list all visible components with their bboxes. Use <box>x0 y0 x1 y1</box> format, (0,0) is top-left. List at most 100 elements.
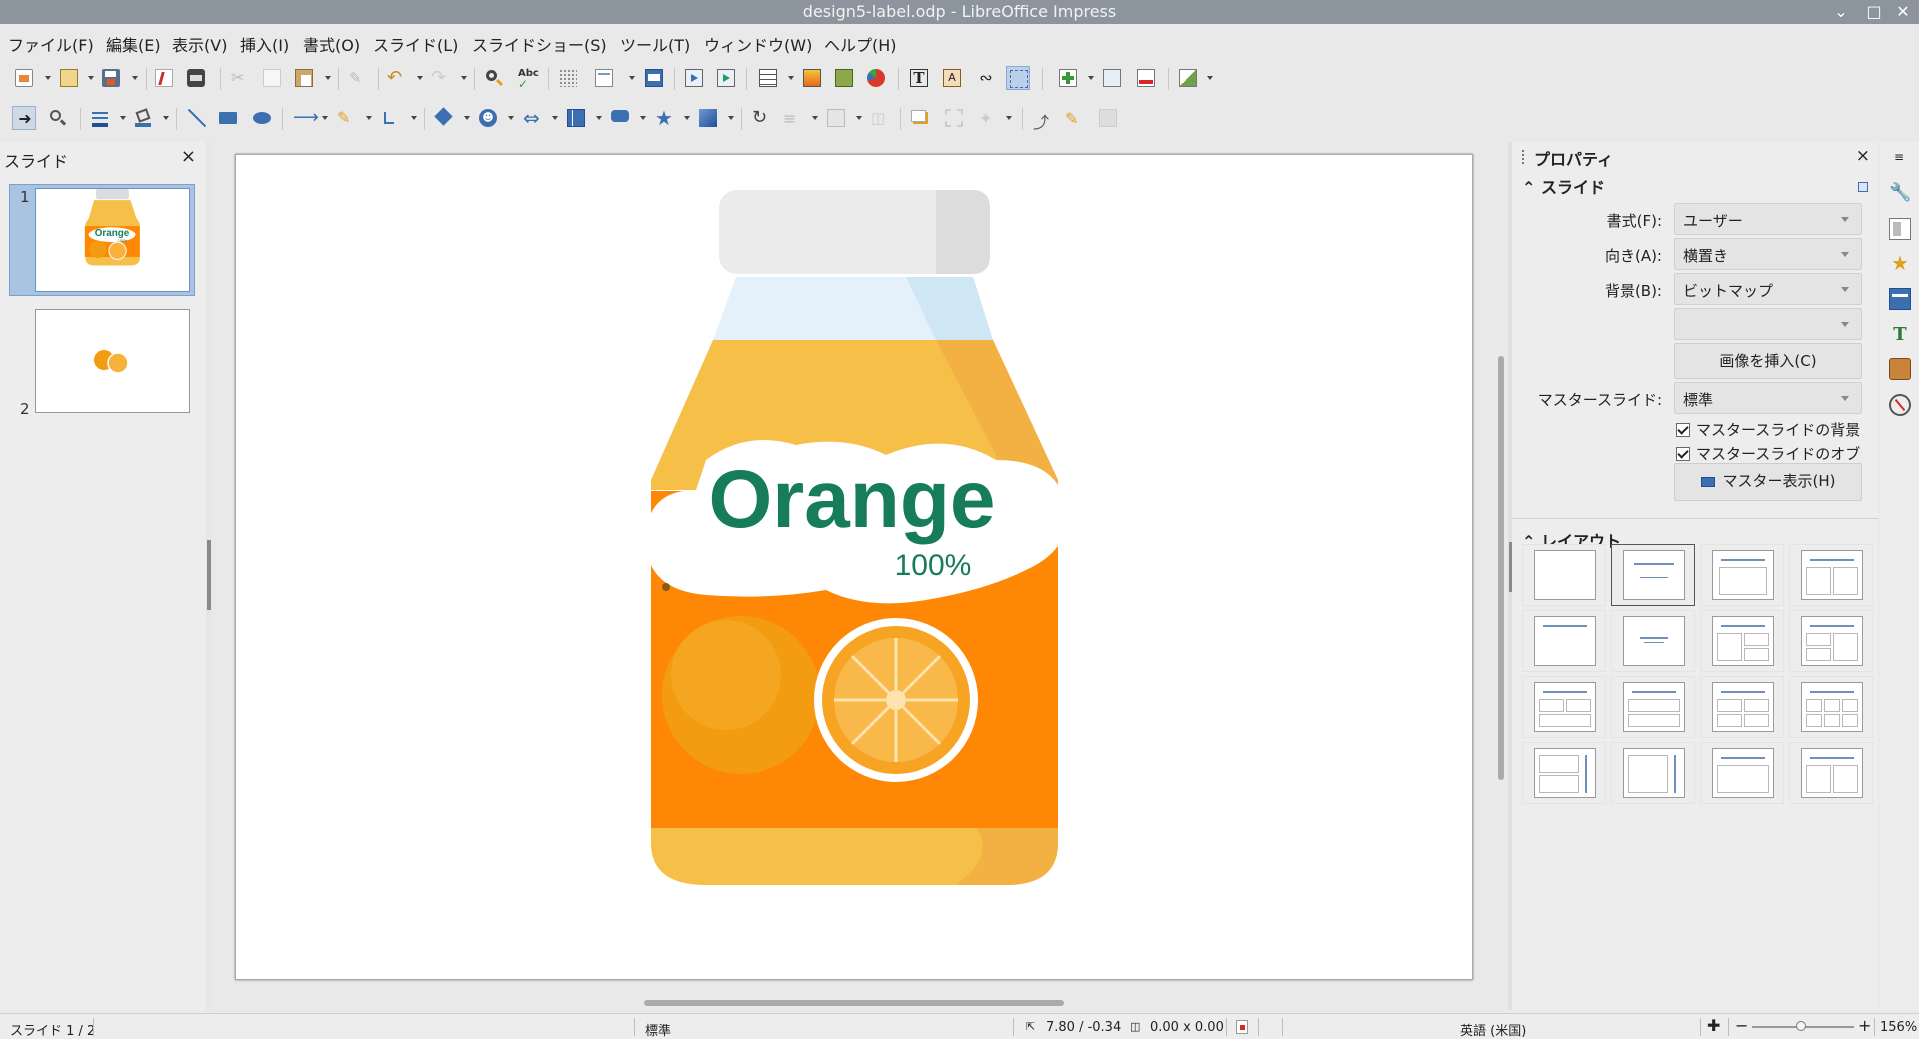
master-view-button[interactable]: マスター表示(H) <box>1674 463 1862 501</box>
styles-tab-icon[interactable]: T <box>1889 324 1911 346</box>
layout-blank[interactable] <box>1522 544 1606 606</box>
layout-title-slide[interactable] <box>1611 544 1695 606</box>
shadow-icon[interactable] <box>908 106 932 130</box>
connectors-icon[interactable] <box>378 106 402 130</box>
properties-tab-icon[interactable]: 🔧 <box>1889 182 1911 204</box>
block-arrows-icon[interactable]: ⇔ <box>520 106 544 130</box>
layout-title-vertical-text-clipart[interactable] <box>1789 742 1873 804</box>
new-slide-icon[interactable] <box>1056 66 1080 90</box>
start-first-slide-icon[interactable] <box>682 66 706 90</box>
master-slide-select[interactable]: 標準 <box>1674 382 1862 414</box>
spelling-icon[interactable]: Abc ✓ <box>515 66 539 91</box>
layout-centered-text[interactable] <box>1611 610 1695 672</box>
menu-file[interactable]: ファイル(F) <box>8 32 94 56</box>
distribute-icon[interactable]: ◫ <box>868 106 892 130</box>
layout-title-2-content[interactable] <box>1789 544 1873 606</box>
zoom-pan-icon[interactable] <box>46 106 70 130</box>
menu-insert[interactable]: 挿入(I) <box>240 32 289 56</box>
print-icon[interactable] <box>184 66 208 90</box>
vertical-scroll-thumb[interactable] <box>1498 356 1504 780</box>
slide-thumbnail-2[interactable] <box>35 309 190 413</box>
slide-transition-tab-icon[interactable] <box>1889 218 1911 240</box>
more-options-icon[interactable] <box>1858 182 1868 192</box>
basic-shapes-icon[interactable] <box>432 106 456 130</box>
grid-icon[interactable] <box>556 66 580 90</box>
callouts-icon[interactable] <box>608 106 632 130</box>
menu-edit[interactable]: 編集(E) <box>106 32 161 56</box>
3d-objects-icon[interactable] <box>696 106 720 130</box>
layout-title-vertical-text[interactable] <box>1700 742 1784 804</box>
fontwork-icon[interactable]: A <box>940 66 964 90</box>
menu-tools[interactable]: ツール(T) <box>620 32 690 56</box>
chart-icon[interactable] <box>864 66 888 90</box>
vertical-scrollbar[interactable] <box>1496 142 1506 1002</box>
select-icon[interactable]: ➜ <box>12 106 36 130</box>
left-splitter-handle[interactable] <box>207 540 211 610</box>
slide-section-header[interactable]: ⌃ スライド <box>1522 174 1605 198</box>
status-language[interactable]: 英語 (米国) <box>1460 1020 1526 1039</box>
layout-title-content-2-content[interactable] <box>1789 610 1873 672</box>
layout-title-content-over-content[interactable] <box>1611 676 1695 738</box>
left-splitter[interactable] <box>206 142 212 1010</box>
open-icon[interactable] <box>57 66 81 90</box>
fit-slide-icon[interactable]: ✚ <box>1707 1016 1720 1035</box>
orientation-select[interactable]: 横置き <box>1674 238 1862 270</box>
rotate-icon[interactable]: ↻ <box>749 106 773 130</box>
display-views-icon[interactable] <box>592 66 616 90</box>
transformations-icon[interactable] <box>1006 66 1030 90</box>
master-background-checkbox[interactable]: マスタースライドの背景 <box>1676 419 1862 440</box>
fill-color-icon[interactable] <box>131 106 155 130</box>
table-icon[interactable] <box>756 66 780 90</box>
clone-formatting-icon[interactable]: ✎ <box>346 66 370 90</box>
close-slides-pane-icon[interactable]: × <box>181 146 196 167</box>
media-icon[interactable] <box>832 66 856 90</box>
layout-title-6-content[interactable] <box>1789 676 1873 738</box>
text-box-icon[interactable]: T <box>907 66 931 90</box>
toggle-extrusion-icon[interactable] <box>1096 106 1120 130</box>
close-properties-icon[interactable]: × <box>1856 146 1870 166</box>
document-modified-icon[interactable] <box>1236 1020 1248 1034</box>
master-objects-checkbox[interactable]: マスタースライドのオブジェクト <box>1676 443 1862 464</box>
sidebar-menu-icon[interactable]: ≡ <box>1894 150 1904 164</box>
save-icon[interactable] <box>99 66 123 90</box>
gallery-tab-icon[interactable] <box>1889 358 1911 380</box>
copy-icon[interactable] <box>260 66 284 90</box>
menu-slideshow[interactable]: スライドショー(S) <box>472 32 607 56</box>
slide-thumbnail-1[interactable]: Orange 100% <box>35 188 190 292</box>
ellipse-icon[interactable] <box>250 106 274 130</box>
curves-icon[interactable]: ✎ <box>334 106 358 130</box>
rectangle-icon[interactable] <box>216 106 240 130</box>
master-slide-icon[interactable] <box>642 66 666 90</box>
bitmap-select[interactable] <box>1674 308 1862 340</box>
image-icon[interactable] <box>800 66 824 90</box>
animation-tab-icon[interactable]: ★ <box>1889 252 1911 274</box>
menu-view[interactable]: 表示(V) <box>172 32 227 56</box>
crop-icon[interactable] <box>942 106 966 130</box>
flowchart-icon[interactable] <box>564 106 588 130</box>
find-replace-icon[interactable] <box>482 66 506 90</box>
menu-format[interactable]: 書式(O) <box>303 32 360 56</box>
line-icon[interactable] <box>184 106 208 130</box>
zoom-in-icon[interactable]: + <box>1858 1016 1871 1035</box>
insert-image-button[interactable]: 画像を挿入(C) <box>1674 343 1862 379</box>
symbol-shapes-icon[interactable]: ☻ <box>476 106 500 130</box>
menu-help[interactable]: ヘルプ(H) <box>824 32 897 56</box>
background-select[interactable]: ビットマップ <box>1674 273 1862 305</box>
undo-icon[interactable]: ↶ <box>384 66 408 90</box>
menu-slide[interactable]: スライド(L) <box>373 32 458 56</box>
slide-canvas[interactable]: Orange 100% <box>235 154 1473 980</box>
status-zoom[interactable]: 156% <box>1880 1020 1917 1035</box>
layout-title-2-content-content[interactable] <box>1700 610 1784 672</box>
menu-window[interactable]: ウィンドウ(W) <box>704 32 812 56</box>
align-icon[interactable]: ≡ <box>780 106 804 130</box>
paste-icon[interactable] <box>292 66 316 90</box>
line-color-icon[interactable] <box>88 106 112 130</box>
layout-title-4-content[interactable] <box>1700 676 1784 738</box>
filter-icon[interactable]: ✦ <box>976 106 1000 130</box>
zoom-slider[interactable] <box>1752 1021 1854 1031</box>
master-slides-tab-icon[interactable] <box>1889 288 1911 310</box>
zoom-out-icon[interactable]: − <box>1735 1016 1748 1035</box>
navigator-tab-icon[interactable] <box>1889 394 1911 416</box>
minimize-icon[interactable]: ⌄ <box>1831 2 1851 22</box>
duplicate-slide-icon[interactable] <box>1100 66 1124 90</box>
